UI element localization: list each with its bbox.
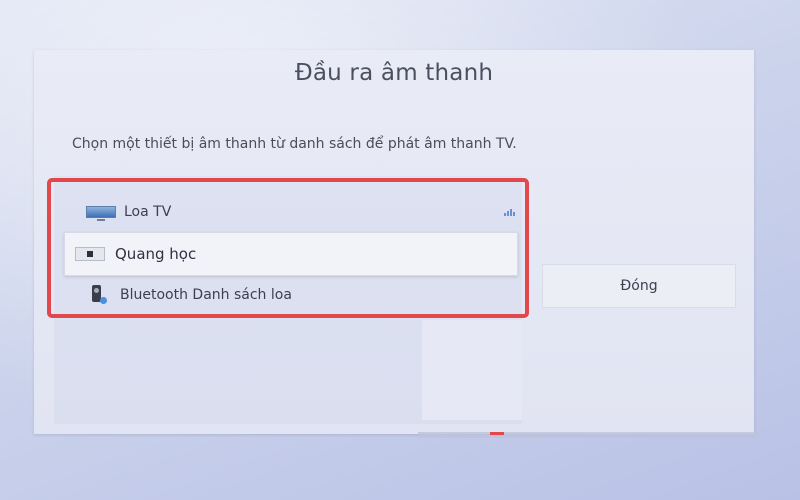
- dialog-title: Đầu ra âm thanh: [294, 60, 494, 86]
- highlight-annotation-box: [47, 178, 529, 318]
- bottom-strip: [418, 432, 758, 438]
- close-button[interactable]: Đóng: [542, 264, 736, 308]
- dialog-description: Chọn một thiết bị âm thanh từ danh sách …: [72, 136, 517, 152]
- panel-shade: [422, 320, 522, 420]
- strip-marker: [490, 432, 504, 435]
